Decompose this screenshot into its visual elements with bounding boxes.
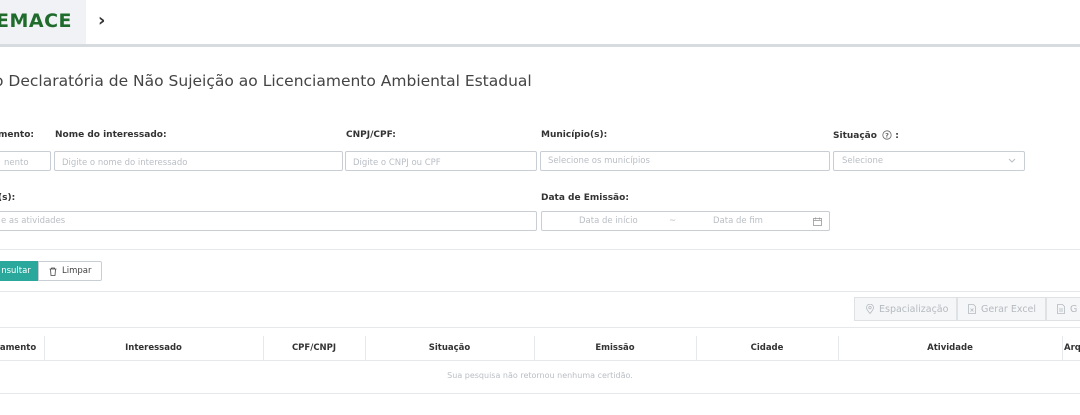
label-municipio: Município(s): [541,130,608,140]
pdf-file-icon [1057,304,1065,314]
label-situacao-colon: : [895,131,899,141]
help-circle-icon[interactable]: ? [882,130,892,140]
espacializacao-button[interactable]: Espacialização [854,297,957,321]
limpar-label: Limpar [62,266,92,276]
field-cnpj[interactable] [345,151,537,172]
col-header-atividade[interactable]: Atividade [838,336,1062,360]
col-header-cpf-cnpj[interactable]: CPF/CNPJ [263,336,365,360]
situacao-placeholder: Selecione [842,156,884,166]
gerar-excel-label: Gerar Excel [981,303,1037,315]
field-partial-a[interactable] [0,151,51,172]
table-top-border [0,327,1080,328]
col-header-documento[interactable]: amento [0,336,44,360]
brand-box: EMACE [0,0,86,44]
calendar-icon[interactable] [813,217,822,226]
date-end-input[interactable]: Data de fim [713,216,763,226]
table-empty-message: Sua pesquisa não retornou nenhuma certid… [447,371,633,380]
interessado-input[interactable] [55,154,342,172]
gerar-excel-button[interactable]: Gerar Excel [957,297,1046,321]
consultar-label: nsultar [1,266,31,276]
location-pin-icon [866,304,874,314]
chevron-right-icon[interactable]: › [98,10,105,31]
col-header-cidade[interactable]: Cidade [696,336,838,360]
col-header-interessado[interactable]: Interessado [44,336,263,360]
input-partial-a[interactable] [0,154,50,172]
label-situacao-text: Situação [833,131,877,141]
table-bottom-border [0,393,1080,394]
label-situacao: Situação ? : [833,130,899,141]
atividades-select[interactable]: e as atividades [0,211,537,231]
date-start-input[interactable]: Data de início [579,216,638,226]
excel-file-icon [968,304,976,314]
actions-divider [0,291,1080,292]
label-atividades: (s): [0,193,16,203]
gerar-pdf-button[interactable]: G [1046,297,1080,321]
gerar-pdf-label: G [1070,303,1078,315]
top-bar: EMACE › [0,0,1080,47]
cnpj-input[interactable] [346,154,536,172]
espacializacao-label: Espacialização [879,303,949,315]
date-range-picker[interactable]: Data de início ~ Data de fim [541,211,830,231]
brand-logo[interactable]: EMACE [0,10,72,32]
consultar-button[interactable]: nsultar [0,261,38,281]
label-cnpj: CNPJ/CPF: [346,130,396,140]
situacao-select[interactable]: Selecione [833,151,1025,171]
label-interessado: Nome do interessado: [55,130,167,140]
label-partial-a: mento: [0,130,34,140]
col-header-arquivo[interactable]: Arqui [1062,336,1080,360]
svg-text:?: ? [885,131,889,139]
field-interessado[interactable] [54,151,343,172]
label-data-emissao: Data de Emissão: [541,193,629,203]
table-header-border [0,360,1080,361]
municipio-select[interactable]: Selecione os municípios [540,151,830,171]
date-range-separator: ~ [669,216,677,226]
chevron-down-icon [1008,158,1016,164]
municipio-placeholder: Selecione os municípios [548,156,650,166]
col-header-situacao[interactable]: Situação [365,336,534,360]
trash-icon [49,267,57,276]
atividades-placeholder: e as atividades [1,216,66,226]
page-title: o Declaratória de Não Sujeição ao Licenc… [0,72,532,90]
limpar-button[interactable]: Limpar [38,261,102,281]
filters-divider [0,249,1080,250]
col-header-emissao[interactable]: Emissão [534,336,696,360]
